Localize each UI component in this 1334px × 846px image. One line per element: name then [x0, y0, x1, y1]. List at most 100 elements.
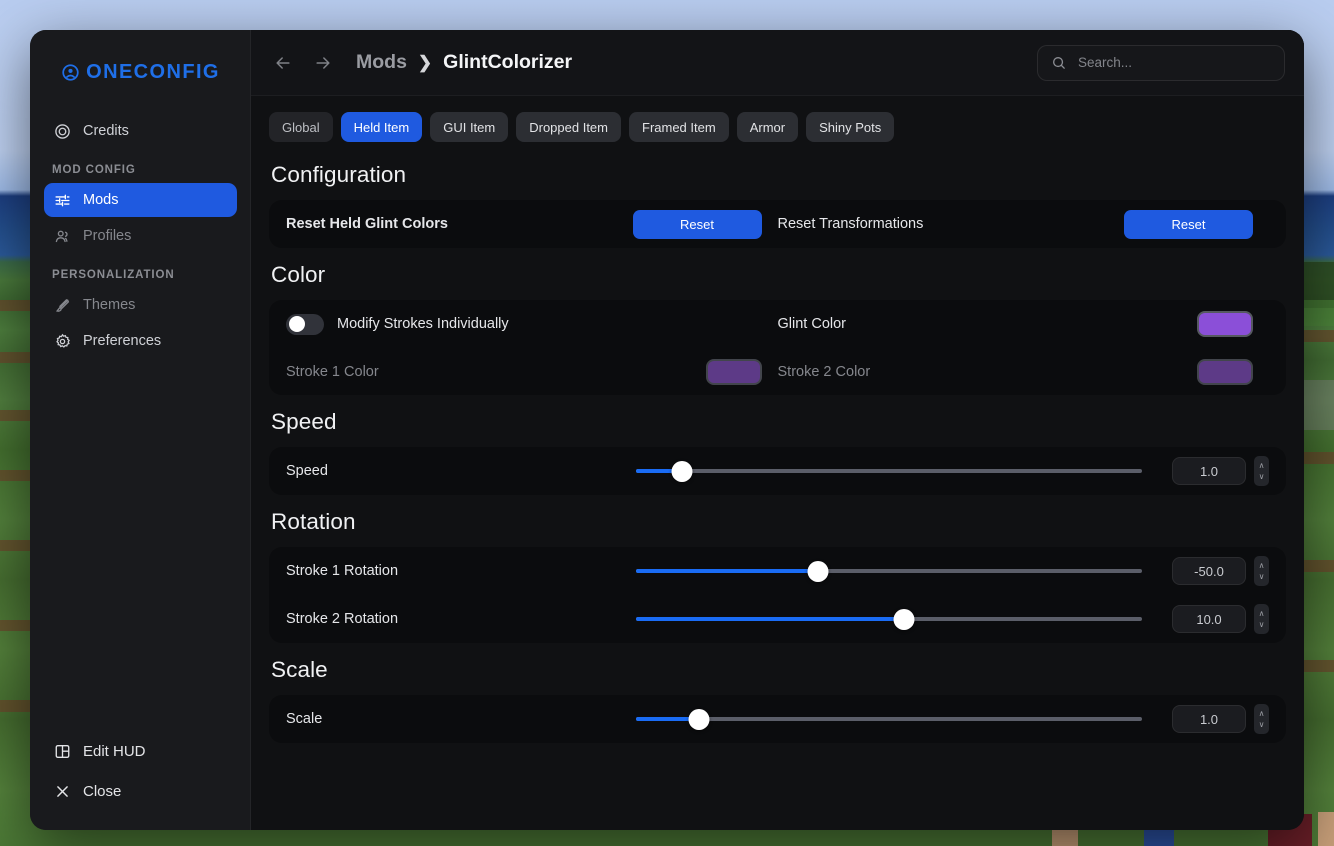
field-label: Glint Color	[777, 316, 847, 332]
tab-dropped-item[interactable]: Dropped Item	[516, 112, 621, 142]
content-area: Global Held Item GUI Item Dropped Item F…	[251, 96, 1304, 830]
chevron-down-icon[interactable]: ∨	[1259, 620, 1265, 628]
slider-track	[636, 717, 1142, 721]
reset-transformations-field: Reset Transformations Reset	[777, 209, 1270, 239]
sidebar-bottom-nav: Edit HUD Close	[30, 732, 251, 812]
speed-stepper[interactable]: ∧ ∨	[1254, 456, 1269, 486]
sidebar-item-label: Profiles	[83, 228, 132, 244]
layout-icon	[54, 743, 71, 760]
forward-button[interactable]	[310, 50, 336, 76]
glint-color-field: Glint Color	[778, 311, 1270, 337]
section-title-color: Color	[271, 262, 326, 287]
sliders-icon	[54, 192, 71, 209]
field-label: Stroke 2 Rotation	[286, 611, 399, 627]
chevron-down-icon[interactable]: ∨	[1259, 572, 1265, 580]
chevron-up-icon[interactable]: ∧	[1259, 609, 1265, 617]
field-label: Stroke 2 Color	[777, 363, 871, 380]
slider-thumb[interactable]	[893, 608, 915, 630]
tab-gui-item[interactable]: GUI Item	[430, 112, 509, 142]
arrow-right-icon	[316, 56, 330, 69]
glint-color-swatch[interactable]	[1197, 311, 1253, 337]
speed-field: Speed 1.0 ∧ ∨	[286, 456, 1269, 486]
stroke-2-rotation-value-input[interactable]: 10.0	[1172, 605, 1246, 633]
section-title-configuration: Configuration	[271, 162, 407, 187]
sidebar-item-close[interactable]: Close	[44, 772, 237, 810]
section-title-speed: Speed	[271, 409, 337, 434]
sidebar-nav: Credits MOD CONFIG Mods Profiles PERSONA…	[30, 114, 251, 360]
stroke-1-rotation-value-input[interactable]: -50.0	[1172, 557, 1246, 585]
tab-armor[interactable]: Armor	[736, 112, 799, 142]
sidebar-item-preferences[interactable]: Preferences	[44, 324, 237, 358]
card-color: Modify Strokes Individually Glint Color …	[269, 300, 1286, 395]
sidebar-item-credits[interactable]: Credits	[44, 114, 237, 148]
speed-value-input[interactable]: 1.0	[1172, 457, 1246, 485]
chevron-down-icon[interactable]: ∨	[1259, 472, 1265, 480]
chevron-up-icon[interactable]: ∧	[1259, 709, 1265, 717]
chevron-up-icon[interactable]: ∧	[1259, 561, 1265, 569]
stroke-2-color-field: Stroke 2 Color	[777, 358, 1270, 385]
slider-thumb[interactable]	[807, 560, 829, 582]
sidebar-item-edit-hud[interactable]: Edit HUD	[44, 732, 237, 770]
brand-name: ONECONFIG	[86, 60, 220, 83]
page-title: GlintColorizer	[443, 51, 573, 73]
breadcrumb-parent[interactable]: Mods	[356, 51, 407, 74]
slider-track	[636, 469, 1142, 473]
sidebar-item-label: Close	[83, 782, 122, 800]
reset-held-glint-colors-button[interactable]: Reset	[632, 209, 762, 239]
slider-fill	[636, 569, 819, 573]
copyright-icon	[54, 123, 71, 140]
reset-transformations-button[interactable]: Reset	[1124, 209, 1253, 239]
sidebar: ONECONFIG Credits MOD CONFIG Mods Profil…	[30, 30, 251, 830]
category-tabs: Global Held Item GUI Item Dropped Item F…	[269, 96, 1286, 148]
chevron-right-icon: ❯	[417, 52, 433, 72]
scale-value-input[interactable]: 1.0	[1172, 705, 1246, 733]
sidebar-item-profiles[interactable]: Profiles	[44, 219, 237, 253]
stroke-1-rotation-stepper[interactable]: ∧ ∨	[1254, 556, 1269, 586]
brand-logo: ONECONFIG	[30, 30, 251, 114]
card-scale: Scale 1.0 ∧ ∨	[269, 695, 1286, 743]
chevron-down-icon[interactable]: ∨	[1259, 720, 1265, 728]
brush-icon	[54, 297, 71, 314]
slider-thumb[interactable]	[671, 460, 693, 482]
stroke-1-rotation-slider[interactable]	[636, 560, 1142, 582]
field-label: Reset Transformations	[777, 216, 924, 232]
breadcrumb: Mods ❯ GlintColorizer	[356, 51, 572, 74]
background-character	[1318, 812, 1334, 846]
arrow-left-icon	[276, 56, 290, 69]
back-button[interactable]	[270, 50, 296, 76]
field-label: Stroke 1 Rotation	[286, 563, 399, 579]
stroke-2-rotation-slider[interactable]	[636, 608, 1142, 630]
stroke-2-rotation-row: Stroke 2 Rotation 10.0 ∧ ∨	[286, 595, 1269, 643]
scale-slider[interactable]	[636, 708, 1142, 730]
tab-global[interactable]: Global	[269, 112, 333, 142]
tab-shiny-pots[interactable]: Shiny Pots	[806, 112, 895, 142]
modify-strokes-individually-field: Modify Strokes Individually	[286, 313, 778, 335]
tab-held-item[interactable]: Held Item	[340, 112, 423, 142]
field-label: Speed	[286, 463, 328, 479]
slider-thumb[interactable]	[688, 708, 710, 730]
config-row: Reset Held Glint Colors Reset Reset Tran…	[286, 200, 1269, 248]
search-box[interactable]	[1037, 44, 1285, 81]
stroke-1-color-field: Stroke 1 Color	[286, 358, 778, 385]
stroke-2-color-swatch[interactable]	[1197, 358, 1253, 385]
tab-framed-item[interactable]: Framed Item	[629, 112, 729, 142]
scale-row: Scale 1.0 ∧ ∨	[286, 695, 1269, 743]
field-label: Stroke 1 Color	[286, 363, 379, 380]
stroke-1-color-swatch[interactable]	[705, 358, 762, 385]
speed-slider[interactable]	[636, 460, 1142, 482]
sidebar-group-mod-config-label: MOD CONFIG	[52, 164, 136, 176]
search-input[interactable]	[1078, 55, 1271, 70]
card-speed: Speed 1.0 ∧ ∨	[269, 447, 1286, 495]
scale-stepper[interactable]: ∧ ∨	[1254, 704, 1269, 734]
oneconfig-window: ONECONFIG Credits MOD CONFIG Mods Profil…	[30, 30, 1304, 830]
sidebar-item-mods[interactable]: Mods	[44, 183, 237, 217]
chevron-up-icon[interactable]: ∧	[1259, 461, 1265, 469]
sidebar-item-themes[interactable]: Themes	[44, 288, 237, 322]
stroke-2-rotation-stepper[interactable]: ∧ ∨	[1254, 604, 1269, 634]
field-label: Scale	[286, 711, 323, 727]
toggle-knob	[288, 316, 305, 332]
stroke-1-rotation-field: Stroke 1 Rotation -50.0 ∧ ∨	[286, 556, 1269, 586]
background-terrace	[1300, 660, 1334, 672]
modify-strokes-individually-toggle[interactable]	[286, 313, 324, 335]
